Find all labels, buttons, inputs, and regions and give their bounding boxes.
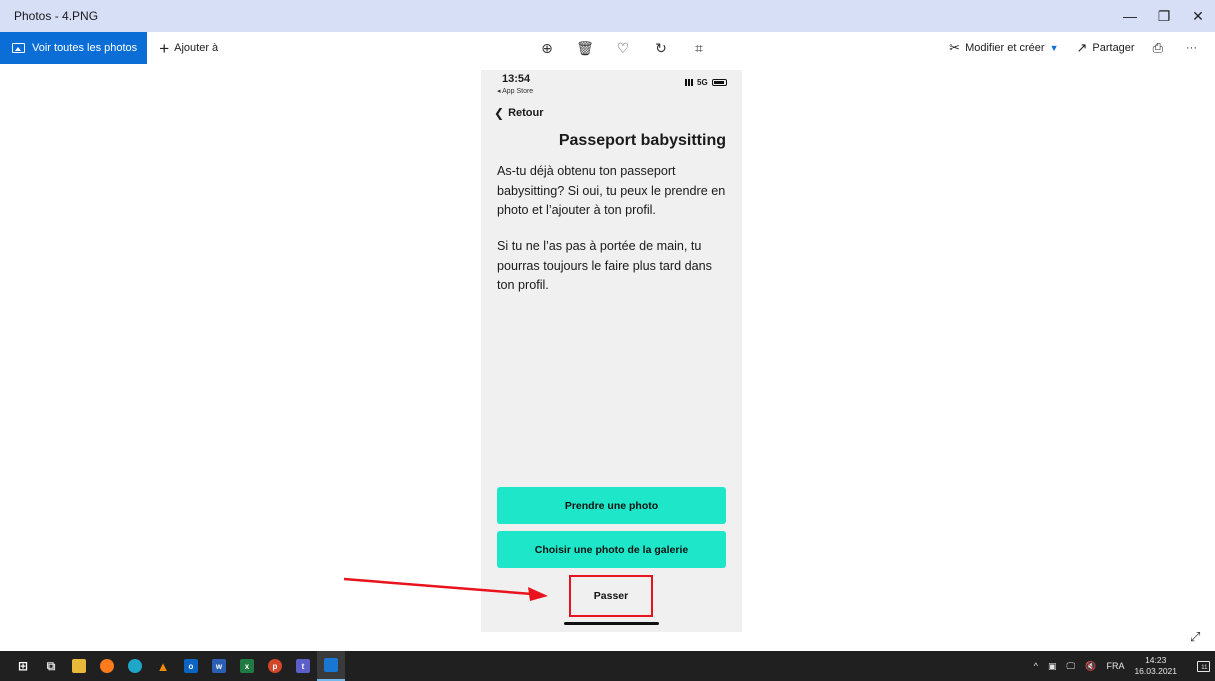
edit-create-label: Modifier et créer: [965, 42, 1045, 54]
taskbar-outlook[interactable]: o: [177, 651, 205, 681]
task-view-icon: ⧉: [46, 658, 56, 673]
phone-screenshot: 13:54 ◂ App Store 5G ❮ Retour Passeport …: [481, 70, 742, 632]
taskbar-teams[interactable]: t: [289, 651, 317, 681]
view-all-photos-button[interactable]: Voir toutes les photos: [0, 32, 148, 64]
input-language[interactable]: FRA: [1106, 661, 1124, 671]
taskbar-file-explorer[interactable]: [65, 651, 93, 681]
clock-date: 16.03.2021: [1134, 666, 1177, 676]
taskbar-word[interactable]: w: [205, 651, 233, 681]
edge-icon: [128, 659, 142, 673]
back-button[interactable]: ❮ Retour: [494, 106, 544, 120]
more-button[interactable]: ···: [1186, 42, 1197, 54]
annotation-arrow: [343, 577, 548, 601]
show-hidden-icons-icon[interactable]: ^: [1034, 661, 1038, 671]
photos-app-icon: [324, 658, 338, 672]
chevron-left-icon: ❮: [494, 106, 505, 120]
back-label: Retour: [508, 107, 544, 119]
task-view-button[interactable]: ⧉: [37, 651, 65, 681]
start-button[interactable]: ⊞: [9, 651, 37, 681]
status-back-app: ◂ App Store: [497, 88, 534, 95]
taskbar-powerpoint[interactable]: p: [261, 651, 289, 681]
taskbar: ⊞ ⧉ ▲ o w x p t ^ ▣ 🖵 🔇 FRA 14:23 16.03.…: [0, 651, 1215, 681]
title-bar: Photos - 4.PNG — ❐ ✕: [0, 0, 1215, 32]
add-to-label: Ajouter à: [174, 42, 219, 54]
outlook-icon: o: [184, 659, 198, 673]
view-all-photos-label: Voir toutes les photos: [32, 42, 138, 54]
print-icon: ⎙: [1152, 40, 1163, 55]
folder-icon: [72, 659, 86, 673]
intro-paragraph: As-tu déjà obtenu ton passeport babysitt…: [497, 164, 726, 217]
windows-icon: ⊞: [17, 659, 29, 673]
teams-icon: t: [296, 659, 310, 673]
taskbar-vlc[interactable]: ▲: [149, 651, 177, 681]
skip-button[interactable]: Passer: [569, 575, 653, 617]
edit-create-button[interactable]: ✂ Modifier et créer ▼: [949, 40, 1058, 56]
powerpoint-icon: p: [268, 659, 282, 673]
share-label: Partager: [1092, 42, 1135, 54]
taskbar-firefox[interactable]: [93, 651, 121, 681]
more-icon: ···: [1186, 42, 1197, 54]
expand-icon[interactable]: ⤢: [1190, 629, 1200, 645]
word-icon: w: [212, 659, 226, 673]
clock-time: 14:23: [1145, 655, 1167, 665]
take-photo-button[interactable]: Prendre une photo: [497, 487, 726, 524]
taskbar-clock[interactable]: 14:23 16.03.2021: [1134, 655, 1177, 677]
crop-icon[interactable]: ⌗: [680, 40, 718, 57]
notification-count: 11: [1201, 664, 1208, 671]
right-tools: ✂ Modifier et créer ▼ ↗ Partager ⎙ ···: [949, 32, 1215, 64]
photos-toolbar: Voir toutes les photos + Ajouter à ⊕ 🗑 ♡…: [0, 32, 1215, 64]
network-tray-icon[interactable]: 🖵: [1067, 661, 1076, 672]
vlc-icon: ▲: [156, 658, 170, 674]
later-paragraph: Si tu ne l’as pas à portée de main, tu p…: [497, 239, 712, 292]
photos-icon: [12, 43, 25, 53]
taskbar-photos[interactable]: [317, 651, 345, 681]
notification-icon: 11: [1196, 660, 1210, 672]
battery-icon: [711, 79, 727, 86]
edit-icon: ✂: [949, 40, 961, 55]
page-title: Passeport babysitting: [558, 132, 726, 149]
share-button[interactable]: ↗ Partager: [1076, 40, 1134, 56]
choose-gallery-button[interactable]: Choisir une photo de la galerie: [497, 531, 726, 568]
home-indicator: [564, 622, 659, 625]
plus-icon: +: [159, 38, 170, 58]
share-icon: ↗: [1076, 40, 1088, 55]
zoom-icon[interactable]: ⊕: [528, 40, 566, 57]
action-center-button[interactable]: 11: [1191, 651, 1215, 681]
taskbar-edge[interactable]: [121, 651, 149, 681]
signal-icon: [685, 79, 694, 86]
network-indicator: 5G: [685, 78, 727, 87]
phone-status-bar: 13:54 ◂ App Store 5G: [481, 70, 742, 102]
status-time: 13:54: [502, 73, 531, 85]
taskbar-excel[interactable]: x: [233, 651, 261, 681]
firefox-icon: [100, 659, 114, 673]
excel-icon: x: [240, 659, 254, 673]
volume-muted-icon[interactable]: 🔇: [1085, 661, 1096, 672]
chevron-down-icon: ▼: [1049, 43, 1059, 53]
print-button[interactable]: ⎙: [1153, 40, 1168, 56]
delete-icon[interactable]: 🗑: [566, 40, 604, 57]
image-tools: ⊕ 🗑 ♡ ↻ ⌗: [528, 32, 718, 64]
window-title: Photos - 4.PNG: [14, 9, 99, 23]
add-to-button[interactable]: + Ajouter à: [159, 40, 218, 57]
favorite-icon[interactable]: ♡: [604, 40, 642, 57]
restore-button[interactable]: ❐: [1147, 0, 1181, 32]
minimize-button[interactable]: —: [1113, 0, 1147, 32]
tray-app-icon[interactable]: ▣: [1048, 661, 1057, 672]
network-label: 5G: [697, 78, 708, 87]
close-button[interactable]: ✕: [1181, 0, 1215, 32]
rotate-icon[interactable]: ↻: [642, 40, 680, 57]
